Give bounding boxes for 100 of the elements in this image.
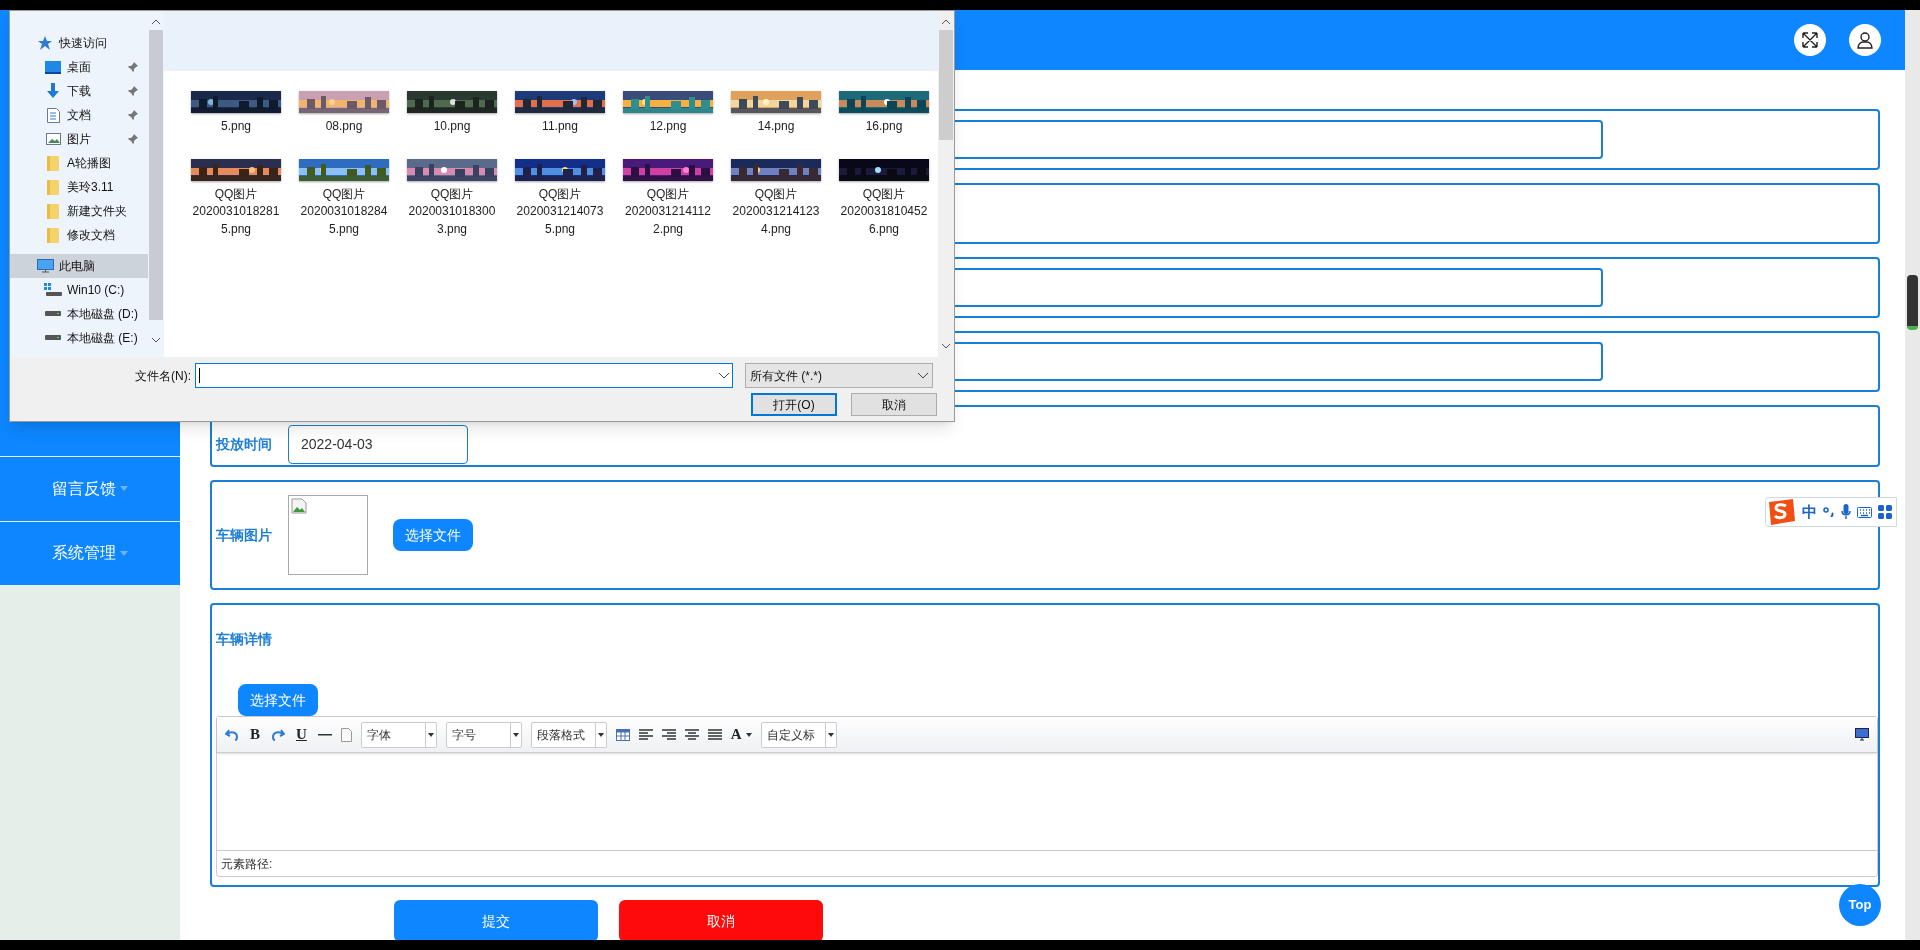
field-label: 车辆图片 [216,525,273,545]
scroll-up-icon[interactable] [152,19,160,24]
download-icon [46,83,60,99]
pin-icon[interactable] [128,134,138,144]
nav-item[interactable]: 桌面 [10,55,148,79]
scroll-up-icon[interactable] [942,19,950,24]
nav-item[interactable]: 此电脑 [10,254,148,278]
dropdown-arrow-icon [827,732,834,737]
scrollbar-thumb[interactable] [939,30,953,140]
pin-icon[interactable] [128,62,138,72]
underline-button[interactable]: U [294,723,309,746]
toolbar-dropdown[interactable]: 段落格式 [530,721,607,748]
sidebar-item[interactable]: 系统管理 [0,521,180,585]
file-name[interactable]: 12.png [649,118,687,136]
date-field[interactable]: 2022-04-03 [288,424,468,464]
nav-item[interactable]: 本地磁盘 (D:) [10,302,148,326]
dropdown-arrow-icon [512,732,519,737]
file-name[interactable]: QQ图片 2020031214073 5.png [516,185,604,238]
pin-icon[interactable] [128,110,138,120]
toolbar-dropdown[interactable]: 自定义标 [760,721,837,748]
file-type-dropdown[interactable]: 所有文件 (*.*) [745,363,933,388]
document-icon [46,107,60,123]
align-center-icon[interactable] [684,728,699,741]
nav-item[interactable]: 新建文件夹 [10,199,148,223]
nav-item[interactable]: 修改文档 [10,223,148,247]
drive-icon [45,335,61,341]
dialog-button[interactable]: 打开(O) [751,393,837,416]
toolbar-dropdown[interactable]: 字体 [360,721,437,748]
scroll-down-icon[interactable] [152,338,160,343]
folder-icon [47,155,59,171]
keyboard-icon[interactable] [1857,506,1872,518]
file-name[interactable]: 16.png [865,118,903,136]
file-name[interactable]: 5.png [221,118,251,136]
align-left-icon[interactable] [638,728,653,741]
picture-icon [45,133,61,145]
file-name[interactable]: QQ图片 2020031018284 5.png [300,185,388,238]
scrollbar-thumb[interactable] [149,30,163,320]
file-name-combobox[interactable] [195,363,733,388]
toolbar-dropdown[interactable]: 字号 [445,721,522,748]
file-name[interactable]: QQ图片 2020031214123 4.png [732,185,820,238]
monitor-icon[interactable] [1855,728,1869,741]
user-button[interactable] [1849,24,1881,56]
nav-item[interactable]: 文档 [10,103,148,127]
caret-icon [120,550,128,556]
pin-icon[interactable] [128,86,138,96]
undo-icon[interactable] [225,728,239,741]
file-name[interactable]: QQ图片 2020031018281 5.png [192,185,280,238]
sidebar-item[interactable]: 留言反馈 [0,457,180,521]
dropdown-arrow-icon [745,732,752,737]
drive-icon [44,283,62,297]
grid-icon[interactable] [1878,505,1892,519]
punctuation-icon[interactable] [1823,507,1835,517]
cancel-button[interactable]: 取消 [619,900,823,940]
table-icon[interactable] [615,728,630,741]
dropdown-arrow-icon [427,732,434,737]
file-name[interactable]: 14.png [757,118,795,136]
nav-item[interactable]: A轮播图 [10,151,148,175]
input-mode-label[interactable]: 中 [1802,500,1817,524]
nav-item[interactable]: 本地磁盘 (E:) [10,326,148,350]
nav-item[interactable]: 下载 [10,79,148,103]
nav-item[interactable]: Win10 (C:) [10,278,148,302]
scrollbar[interactable] [1905,10,1920,940]
choose-file-button[interactable]: 选择文件 [238,684,318,716]
file-name[interactable]: 11.png [542,118,578,136]
file-name[interactable]: QQ图片 2020031214112 2.png [625,185,711,238]
expand-icon [1801,31,1819,49]
align-right-icon[interactable] [661,728,676,741]
field-label: 车辆详情 [216,630,273,649]
bold-button[interactable]: B [248,723,262,746]
field-label: 投放时间 [216,434,273,454]
file-name[interactable]: QQ图片 2020031810452 6.png [840,185,928,238]
file-name[interactable]: QQ图片 2020031018300 3.png [408,185,496,238]
redo-icon[interactable] [271,728,285,741]
scrollbar-thumb[interactable] [1907,275,1918,330]
file-name[interactable]: 08.png [325,118,363,136]
submit-button[interactable]: 提交 [394,900,598,940]
text-cursor [199,368,200,383]
page-icon[interactable] [340,727,352,742]
chevron-down-icon [719,372,729,379]
back-to-top-button[interactable]: Top [1839,884,1881,926]
file-name[interactable]: 10.png [433,118,471,136]
justify-icon[interactable] [707,728,722,741]
fullscreen-button[interactable] [1794,24,1826,56]
horizontal-rule-icon[interactable] [317,733,332,736]
dialog-button[interactable]: 取消 [851,393,937,416]
scrollbar[interactable] [148,11,164,357]
dropdown-arrow-icon [597,732,604,737]
microphone-icon[interactable] [1841,504,1851,520]
scrollbar[interactable] [938,11,954,357]
star-icon [38,36,52,50]
font-color-button[interactable]: A [730,723,752,746]
caret-icon [120,486,128,492]
element-path-label: 元素路径: [221,855,273,873]
nav-item[interactable]: 美玲3.11 [10,175,148,199]
nav-item[interactable]: 快速访问 [10,31,148,55]
computer-icon [36,259,54,273]
choose-file-button[interactable]: 选择文件 [393,519,473,551]
scroll-down-icon[interactable] [942,344,950,349]
rich-text-editor[interactable]: B U 字体 字号 段落格式 A 自定义标 元素路径: [216,716,1878,877]
nav-item[interactable]: 图片 [10,127,148,151]
